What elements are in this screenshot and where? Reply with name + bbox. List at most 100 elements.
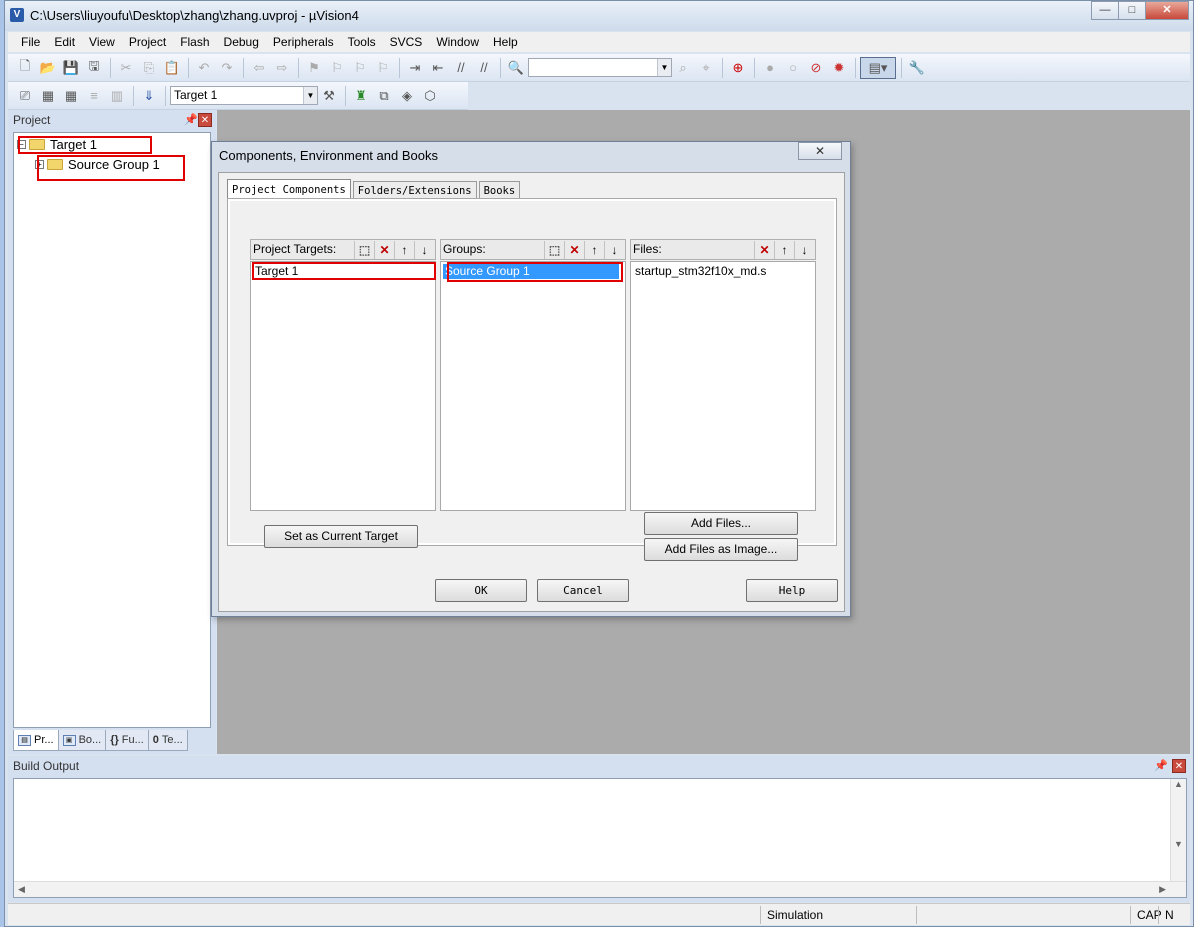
rebuild-icon[interactable]: ▦ xyxy=(60,85,82,107)
find-combo[interactable]: ▼ xyxy=(528,58,672,77)
add-files-button[interactable]: Add Files... xyxy=(644,512,798,535)
cut-icon[interactable]: ✂ xyxy=(115,57,137,79)
unindent-icon[interactable]: ⇤ xyxy=(427,57,449,79)
menu-tools[interactable]: Tools xyxy=(341,32,383,52)
download-load-icon[interactable]: ⇓ xyxy=(138,85,160,107)
move-down-icon[interactable]: ↓ xyxy=(414,241,434,259)
help-button[interactable]: Help xyxy=(746,579,838,602)
delete-file-icon[interactable]: ✕ xyxy=(754,241,774,259)
move-down-icon[interactable]: ↓ xyxy=(794,241,814,259)
build-output-text[interactable]: ▲ ▼ ◀ ▶ xyxy=(13,778,1187,898)
tab-folders-extensions[interactable]: Folders/Extensions xyxy=(352,181,477,199)
pin-icon[interactable]: 📌 xyxy=(184,110,198,130)
list-item-file[interactable]: startup_stm32f10x_md.s xyxy=(633,264,813,279)
delete-group-icon[interactable]: ✕ xyxy=(564,241,584,259)
move-up-icon[interactable]: ↑ xyxy=(774,241,794,259)
window-layout-icon[interactable]: ▤▾ xyxy=(860,56,896,79)
toolbar-separator xyxy=(754,57,755,78)
toolbar-separator xyxy=(243,57,244,78)
toolbar-separator xyxy=(722,57,723,78)
nav-back-icon[interactable]: ⇦ xyxy=(248,57,270,79)
save-icon[interactable]: 💾 xyxy=(60,57,82,79)
tab-project-components[interactable]: Project Components xyxy=(227,179,351,199)
chevron-down-icon[interactable]: ▼ xyxy=(657,59,671,76)
manage-components-icon[interactable]: ♜ xyxy=(350,85,372,107)
undo-icon[interactable]: ↶ xyxy=(193,57,215,79)
pin-icon[interactable]: 📌 xyxy=(1154,756,1168,776)
delete-target-icon[interactable]: ✕ xyxy=(374,241,394,259)
groups-list[interactable]: Source Group 1 xyxy=(440,261,626,511)
indent-icon[interactable]: ⇥ xyxy=(404,57,426,79)
batch-build-icon[interactable]: ≡ xyxy=(83,85,105,107)
move-up-icon[interactable]: ↑ xyxy=(584,241,604,259)
uncomment-icon[interactable]: // xyxy=(473,57,495,79)
menu-edit[interactable]: Edit xyxy=(47,32,82,52)
save-all-icon[interactable]: 🖫 xyxy=(83,57,105,79)
add-files-as-image-button[interactable]: Add Files as Image... xyxy=(644,538,798,561)
incremental-find-icon[interactable]: ⌖ xyxy=(695,57,717,79)
close-button[interactable]: ✕ xyxy=(1145,1,1189,20)
menu-flash[interactable]: Flash xyxy=(173,32,216,52)
menu-help[interactable]: Help xyxy=(486,32,525,52)
paste-icon[interactable]: 📋 xyxy=(161,57,183,79)
manage-rte-icon[interactable]: ◈ xyxy=(396,85,418,107)
bookmark-icon[interactable]: ⚑ xyxy=(303,57,325,79)
select-packs-icon[interactable]: ⧉ xyxy=(373,85,395,107)
pack-installer-icon[interactable]: ⬡ xyxy=(419,85,441,107)
minimize-button[interactable]: — xyxy=(1091,1,1119,20)
horizontal-scrollbar[interactable]: ◀ ▶ xyxy=(14,881,1186,897)
find-in-files-icon[interactable]: 🔍 xyxy=(505,57,527,79)
new-file-icon[interactable]: 🗋 xyxy=(14,57,36,79)
menu-project[interactable]: Project xyxy=(122,32,173,52)
groups-header: Groups: ⬚ ✕ ↑ ↓ xyxy=(440,239,626,260)
tab-templates[interactable]: 0 Te... xyxy=(147,730,188,751)
tab-functions[interactable]: {} Fu... xyxy=(105,730,149,751)
menu-file[interactable]: File xyxy=(14,32,47,52)
chevron-down-icon[interactable]: ▼ xyxy=(303,87,317,104)
files-list[interactable]: startup_stm32f10x_md.s xyxy=(630,261,816,511)
copy-icon[interactable]: ⎘ xyxy=(138,57,160,79)
panel-close-icon[interactable]: ✕ xyxy=(1172,759,1186,773)
open-file-icon[interactable]: 📂 xyxy=(37,57,59,79)
target-select[interactable]: Target 1 ▼ xyxy=(170,86,318,105)
status-caps: CAP xyxy=(1130,906,1162,924)
toolbar-separator xyxy=(133,85,134,106)
stop-build-icon[interactable]: ▥ xyxy=(106,85,128,107)
menu-window[interactable]: Window xyxy=(429,32,486,52)
ok-button[interactable]: OK xyxy=(435,579,527,602)
dialog-close-icon[interactable]: ✕ xyxy=(798,142,842,160)
panel-close-icon[interactable]: ✕ xyxy=(198,113,212,127)
targets-list[interactable]: Target 1 xyxy=(250,261,436,511)
breakpoint-icon[interactable]: ● xyxy=(759,57,781,79)
menu-debug[interactable]: Debug xyxy=(217,32,266,52)
disable-breakpoint-icon[interactable]: ○ xyxy=(782,57,804,79)
menu-view[interactable]: View xyxy=(82,32,122,52)
move-up-icon[interactable]: ↑ xyxy=(394,241,414,259)
translate-icon[interactable]: ⎚ xyxy=(14,85,36,107)
next-bookmark-icon[interactable]: ⚐ xyxy=(349,57,371,79)
vertical-scrollbar[interactable]: ▲ ▼ xyxy=(1170,779,1186,883)
tab-project[interactable]: ▤ Pr... xyxy=(13,730,59,751)
cancel-button[interactable]: Cancel xyxy=(537,579,629,602)
menu-peripherals[interactable]: Peripherals xyxy=(266,32,341,52)
tab-books[interactable]: ▣ Bo... xyxy=(57,730,107,751)
menu-svcs[interactable]: SVCS xyxy=(383,32,430,52)
maximize-button[interactable]: □ xyxy=(1118,1,1146,20)
move-down-icon[interactable]: ↓ xyxy=(604,241,624,259)
new-target-icon[interactable]: ⬚ xyxy=(354,241,374,259)
nav-forward-icon[interactable]: ⇨ xyxy=(271,57,293,79)
disable-all-breakpoints-icon[interactable]: ⊘ xyxy=(805,57,827,79)
configure-icon[interactable]: 🔧 xyxy=(906,57,928,79)
build-icon[interactable]: ▦ xyxy=(37,85,59,107)
debug-session-icon[interactable]: ⊕ xyxy=(727,57,749,79)
prev-bookmark-icon[interactable]: ⚐ xyxy=(326,57,348,79)
redo-icon[interactable]: ↷ xyxy=(216,57,238,79)
kill-all-breakpoints-icon[interactable]: ✹ xyxy=(828,57,850,79)
comment-icon[interactable]: // xyxy=(450,57,472,79)
tab-books[interactable]: Books xyxy=(478,181,521,199)
new-group-icon[interactable]: ⬚ xyxy=(544,241,564,259)
target-options-icon[interactable]: ⚒ xyxy=(318,85,340,107)
find-icon[interactable]: ⌕ xyxy=(672,57,694,79)
clear-bookmarks-icon[interactable]: ⚐ xyxy=(372,57,394,79)
set-current-target-button[interactable]: Set as Current Target xyxy=(264,525,418,548)
